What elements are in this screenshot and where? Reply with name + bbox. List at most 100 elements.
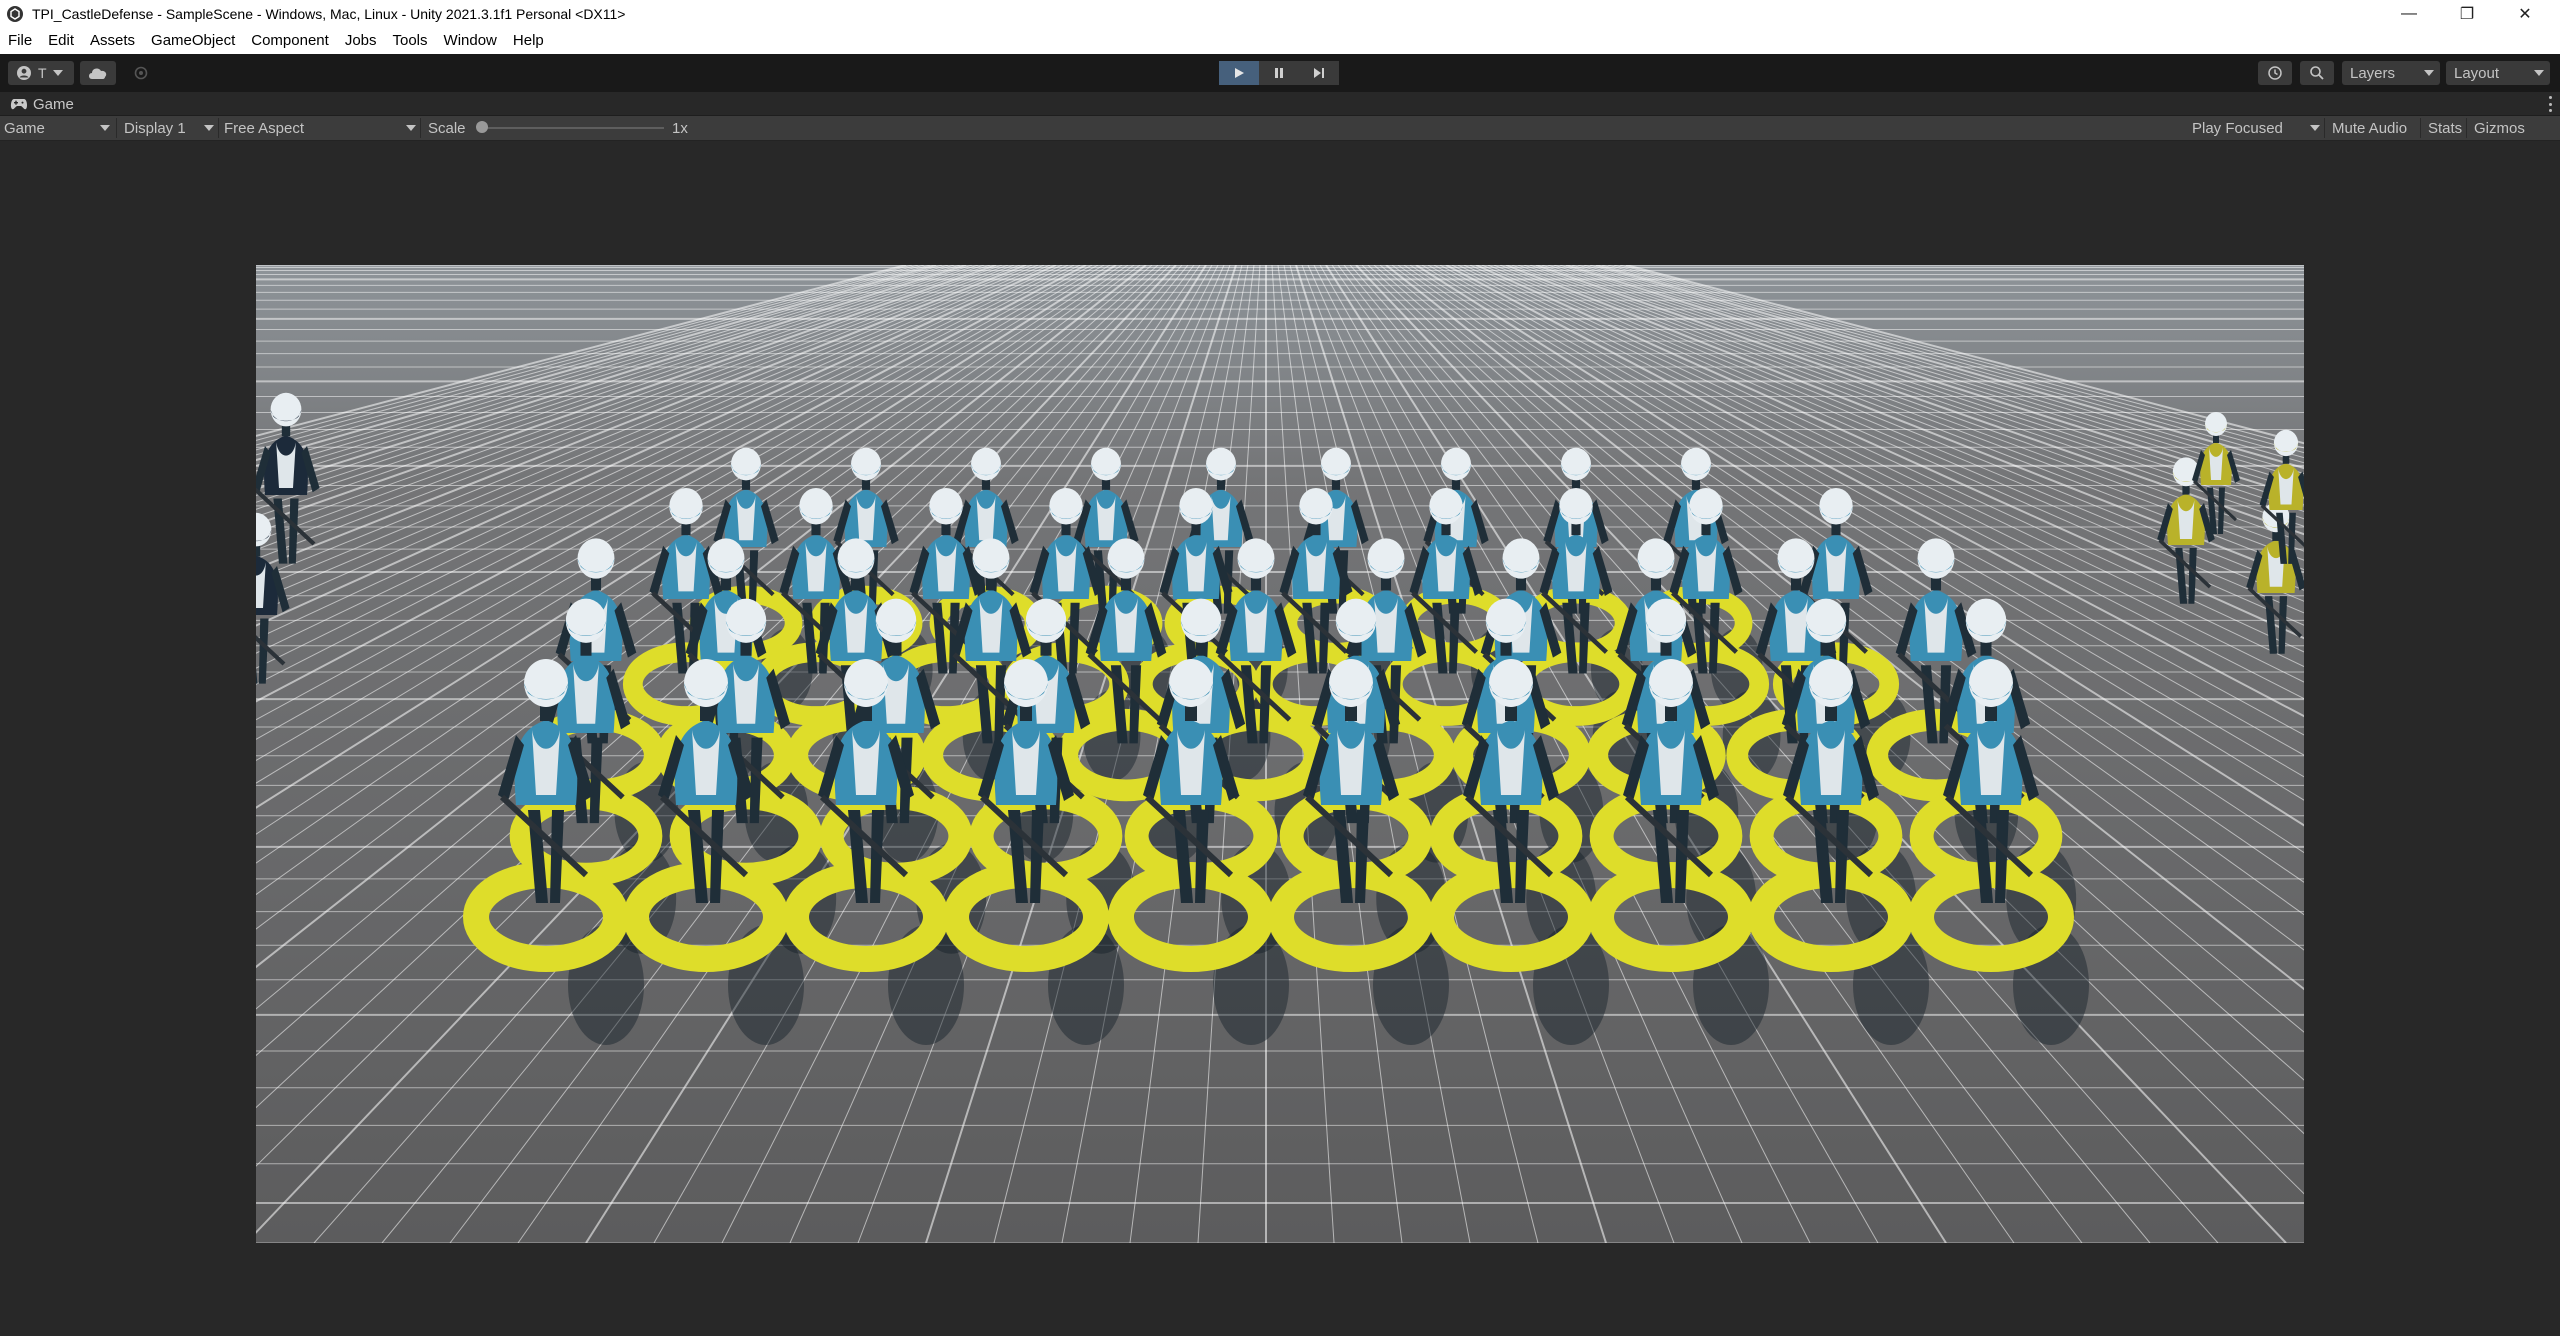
layers-dropdown[interactable]: Layers [2342, 61, 2440, 85]
robot-head [875, 598, 917, 643]
robot-head [1329, 659, 1373, 707]
play-controls [1219, 61, 1339, 85]
robot-neck [811, 523, 821, 536]
robot-head [1689, 488, 1723, 525]
robot-head [1637, 538, 1675, 579]
robot-head [270, 392, 302, 427]
robot-head [1091, 447, 1121, 481]
history-icon [2268, 66, 2282, 80]
robot-neck [1571, 523, 1581, 536]
play-button[interactable] [1219, 61, 1259, 85]
pause-button[interactable] [1259, 61, 1299, 85]
robot-neck [1451, 479, 1461, 490]
menu-file[interactable]: File [0, 28, 40, 54]
robot-head [1180, 598, 1222, 643]
layers-label: Layers [2350, 64, 2396, 82]
tab-game-label: Game [33, 95, 74, 113]
robot-head [577, 538, 615, 579]
view-mode-label: Game [4, 119, 45, 137]
robot-neck [2282, 455, 2290, 464]
robot-neck [1985, 705, 1997, 721]
robot-neck [1930, 577, 1942, 591]
tab-game[interactable]: Game [0, 92, 74, 116]
robot-head [725, 598, 767, 643]
robot-neck [720, 577, 732, 591]
chevron-down-icon [2310, 125, 2320, 131]
robot-neck [860, 705, 872, 721]
undo-history-button[interactable] [2258, 61, 2292, 85]
gizmos-toggle[interactable]: Gizmos [2474, 116, 2525, 140]
robot-head [1321, 447, 1351, 481]
collab-button[interactable] [124, 61, 158, 85]
robot-head [1809, 659, 1853, 707]
scale-slider-track[interactable] [484, 127, 664, 129]
game-render[interactable] [256, 265, 2304, 1243]
robot-head [1429, 488, 1463, 525]
cloud-button[interactable] [80, 61, 116, 85]
close-icon: ✕ [2518, 6, 2532, 23]
robot-neck [1650, 577, 1662, 591]
robot-head [2273, 429, 2299, 457]
robot-head [844, 659, 888, 707]
scale-label: Scale [428, 119, 466, 137]
robot-neck [1820, 641, 1832, 656]
robot-neck [590, 577, 602, 591]
robot-neck [1980, 641, 1992, 656]
robot-head [731, 447, 761, 481]
gamepad-icon [10, 99, 28, 110]
menu-tools[interactable]: Tools [385, 28, 436, 54]
robot-head [524, 659, 568, 707]
display-dropdown[interactable]: Display 1 [124, 116, 214, 140]
aspect-dropdown[interactable]: Free Aspect [224, 116, 416, 140]
robot-head [1681, 447, 1711, 481]
menu-component[interactable]: Component [243, 28, 337, 54]
robot-neck [1216, 479, 1226, 490]
robot-neck [1380, 577, 1392, 591]
robot-neck [1500, 641, 1512, 656]
play-icon [1235, 68, 1244, 78]
mute-audio-toggle[interactable]: Mute Audio [2332, 116, 2407, 140]
menu-edit[interactable]: Edit [40, 28, 82, 54]
robot-neck [1191, 523, 1201, 536]
view-mode-dropdown[interactable]: Game [4, 116, 110, 140]
layout-dropdown[interactable]: Layout [2446, 61, 2550, 85]
menu-help[interactable]: Help [505, 28, 552, 54]
play-mode-dropdown[interactable]: Play Focused [2192, 116, 2320, 140]
robot-neck [1825, 705, 1837, 721]
panel-tab-bar: Game [0, 92, 2560, 116]
robot-neck [1691, 479, 1701, 490]
search-button[interactable] [2300, 61, 2334, 85]
step-button[interactable] [1299, 61, 1339, 85]
robot-head [1004, 659, 1048, 707]
menu-jobs[interactable]: Jobs [337, 28, 385, 54]
close-button[interactable]: ✕ [2496, 0, 2554, 28]
robot-neck [1101, 479, 1111, 490]
chevron-down-icon [406, 125, 416, 131]
menu-gameobject[interactable]: GameObject [143, 28, 243, 54]
panel-menu-icon[interactable] [2548, 96, 2552, 112]
menu-window[interactable]: Window [436, 28, 505, 54]
chevron-down-icon [2534, 70, 2544, 76]
robot-head [851, 447, 881, 481]
robot-neck [2213, 435, 2219, 443]
robot-neck [1040, 641, 1052, 656]
robot-head [1367, 538, 1405, 579]
divider [116, 118, 117, 138]
robot-head [1561, 447, 1591, 481]
restore-button[interactable]: ❐ [2438, 0, 2496, 28]
window-title: TPI_CastleDefense - SampleScene - Window… [32, 6, 626, 22]
menu-assets[interactable]: Assets [82, 28, 143, 54]
robot-head [1502, 538, 1540, 579]
robot-head [1206, 447, 1236, 481]
minimize-button[interactable]: — [2380, 0, 2438, 28]
stats-toggle[interactable]: Stats [2428, 116, 2462, 140]
robot-neck [1061, 523, 1071, 536]
scale-slider-thumb[interactable] [476, 121, 488, 133]
robot-neck [700, 705, 712, 721]
play-mode-label: Play Focused [2192, 119, 2283, 137]
chevron-down-icon [204, 125, 214, 131]
account-dropdown[interactable]: T [8, 61, 74, 85]
minimize-icon: — [2401, 5, 2417, 22]
main-toolbar: T Layers Layout [0, 54, 2560, 92]
game-scene-image [256, 265, 2304, 1243]
